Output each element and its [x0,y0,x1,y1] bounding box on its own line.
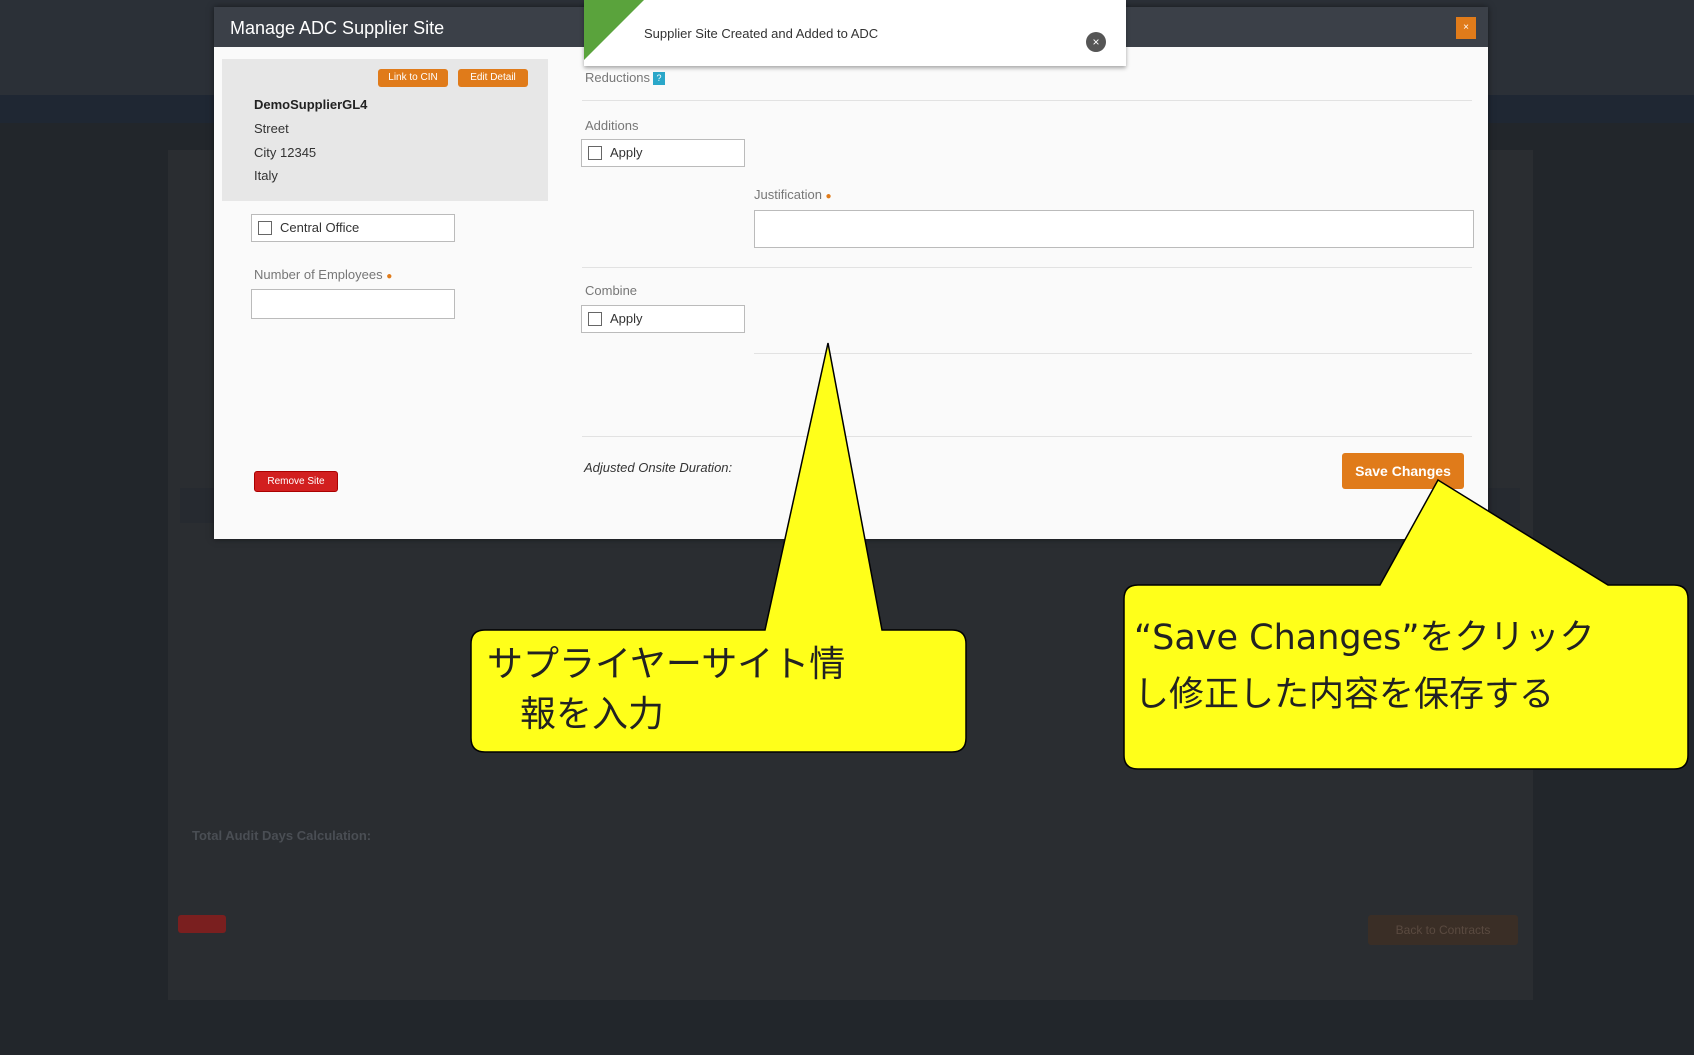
adjusted-duration-label: Adjusted Onsite Duration: [584,460,733,475]
toast-close-icon[interactable]: × [1086,32,1106,52]
site-city: City 12345 [254,145,317,160]
toast-message: Supplier Site Created and Added to ADC [644,26,879,41]
combine-apply-label: Apply [610,311,643,326]
edit-detail-button[interactable]: Edit Detail [458,69,528,87]
success-flag-icon [584,0,644,60]
checkbox-icon [588,312,602,326]
checkbox-icon [588,146,602,160]
background-delete-button [178,915,226,933]
employees-label-text: Number of Employees [254,267,383,282]
modal-title: Manage ADC Supplier Site [230,18,445,38]
info-icon[interactable]: ? [653,72,666,86]
combine-label: Combine [585,283,638,298]
background-total-label: Total Audit Days Calculation: [192,828,372,843]
divider [582,100,1472,101]
site-name: DemoSupplierGL4 [254,97,368,112]
justification-input[interactable] [754,210,1474,248]
modal-close-button[interactable]: × [1456,17,1476,39]
reductions-label: Reductions? [585,70,666,86]
link-to-cin-button[interactable]: Link to CIN [378,69,448,87]
additions-apply-label: Apply [610,145,643,160]
callout-left-line2: 報を入力 [520,694,665,735]
justification-label-text: Justification [754,187,822,202]
site-street: Street [254,121,289,136]
additions-apply-checkbox[interactable]: Apply [581,139,745,167]
central-office-checkbox[interactable]: Central Office [251,214,455,242]
remove-site-button[interactable]: Remove Site [254,471,338,492]
site-info-card: Link to CIN Edit Detail DemoSupplierGL4 … [222,59,548,201]
success-toast: Supplier Site Created and Added to ADC × [584,0,1126,66]
checkbox-icon [258,221,272,235]
justification-label: Justification ● [754,187,832,202]
save-changes-button[interactable]: Save Changes [1342,453,1464,489]
callout-right-line1: “Save Changes”をクリック [1134,618,1595,658]
combine-apply-checkbox[interactable]: Apply [581,305,745,333]
employees-label: Number of Employees ● [254,267,392,282]
manage-site-modal: Manage ADC Supplier Site × Link to CIN E… [214,7,1488,539]
divider [582,267,1472,268]
divider [754,353,1472,354]
central-office-label: Central Office [280,220,360,235]
required-marker-icon: ● [386,271,393,282]
additions-label: Additions [585,118,639,133]
reductions-label-text: Reductions [585,70,651,85]
callout-right-line2: し修正した内容を保存する [1134,675,1555,715]
background-back-button: Back to Contracts [1368,915,1518,945]
callout-left-line1: サプライヤーサイト情 [487,644,846,685]
divider [582,436,1472,437]
site-country: Italy [254,168,278,183]
required-marker-icon: ● [825,191,832,202]
employees-input[interactable] [251,289,455,319]
